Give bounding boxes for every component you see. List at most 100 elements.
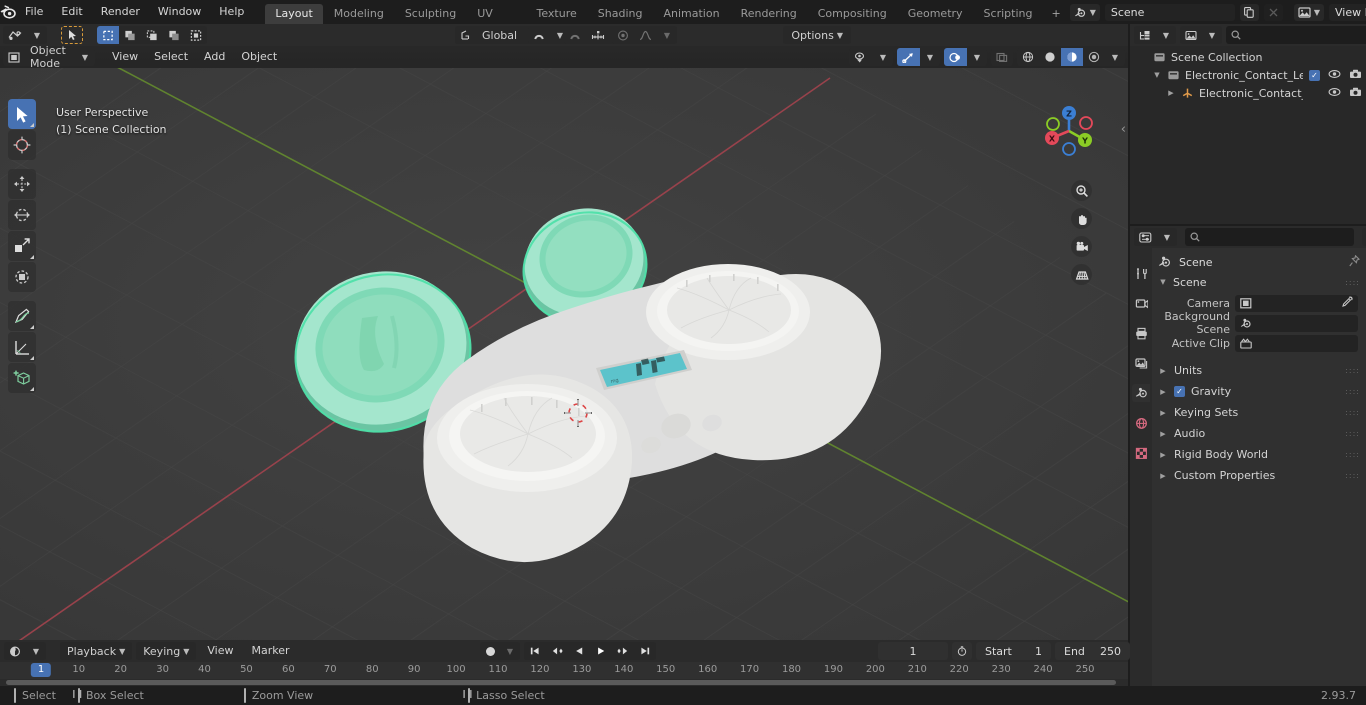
solid-icon[interactable] <box>1039 48 1061 66</box>
measure-tool[interactable] <box>8 332 36 362</box>
top-menu-edit[interactable]: Edit <box>52 0 91 24</box>
property-value-field[interactable] <box>1235 334 1358 352</box>
scale-tool[interactable] <box>8 231 36 261</box>
properties-type-chevron-down-icon[interactable]: ▼ <box>1157 228 1177 246</box>
workspace-tab-animation[interactable]: Animation <box>653 4 729 24</box>
object-mode-selector[interactable]: Object Mode ▼ <box>3 44 95 70</box>
section-drag-dots[interactable]: :::: <box>1345 472 1360 480</box>
property-value-field[interactable] <box>1235 314 1358 332</box>
keying-popover[interactable]: Keying ▼ <box>136 642 197 660</box>
add-cube-tool[interactable] <box>8 363 36 393</box>
display-mode-chevron-down-icon[interactable]: ▼ <box>1202 26 1222 44</box>
property-section-gravity[interactable]: ▶ ✓ Gravity:::: <box>1152 381 1366 402</box>
section-drag-dots[interactable]: :::: <box>1345 409 1360 417</box>
material-preview-icon[interactable] <box>1061 48 1083 66</box>
properties-search-field[interactable] <box>1204 230 1349 244</box>
jump-start-icon[interactable] <box>524 642 546 660</box>
rendered-icon[interactable] <box>1083 48 1105 66</box>
xray-toggle-icon[interactable] <box>991 48 1013 66</box>
sidebar-expand-arrow-icon[interactable]: ‹ <box>1121 122 1126 137</box>
viewport-menu-select[interactable]: Select <box>147 48 195 66</box>
select-subtract-icon[interactable] <box>141 26 163 44</box>
view-layer-browse-button[interactable]: ▼ <box>1293 3 1324 21</box>
section-checkbox[interactable]: ✓ <box>1174 386 1185 397</box>
world-tab[interactable] <box>1132 414 1150 432</box>
transform-orientation-value[interactable]: Global <box>477 26 535 44</box>
properties-editor-type-selector[interactable]: ▼ <box>1134 228 1177 246</box>
timeline-marker-menu[interactable]: Marker <box>244 642 296 660</box>
timeline-editor-chevron-down-icon[interactable]: ▼ <box>26 642 46 660</box>
tweak-select-tool[interactable] <box>8 99 36 129</box>
proportional-editing-group[interactable]: ▼ <box>612 26 677 44</box>
visibility-chevron-down-icon[interactable]: ▼ <box>873 48 893 66</box>
navigation-gizmo[interactable]: Z Y X <box>1038 100 1100 162</box>
workspace-tab-scripting[interactable]: Scripting <box>974 4 1043 24</box>
cursor-tool[interactable] <box>8 130 36 160</box>
select-invert-icon[interactable] <box>163 26 185 44</box>
blender-logo-icon[interactable] <box>0 0 16 24</box>
panel-drag-dots[interactable]: :::: <box>1345 278 1360 286</box>
mode-chevron-down-icon[interactable]: ▼ <box>75 48 95 66</box>
overlays-chevron-down-icon[interactable]: ▼ <box>967 48 987 66</box>
add-workspace-button[interactable]: + <box>1043 4 1068 24</box>
outliner-type-chevron-down-icon[interactable]: ▼ <box>1156 26 1176 44</box>
play-icon[interactable] <box>590 642 612 660</box>
eye-icon[interactable] <box>1328 69 1341 82</box>
annotate-tool[interactable] <box>8 301 36 331</box>
prev-keyframe-icon[interactable] <box>546 642 568 660</box>
shading-chevron-down-icon[interactable]: ▼ <box>1105 48 1125 66</box>
section-expand-triangle-icon[interactable]: ▶ <box>1158 451 1168 459</box>
section-expand-triangle-icon[interactable]: ▶ <box>1158 388 1168 396</box>
select-intersect-icon[interactable] <box>185 26 207 44</box>
tool-tab[interactable] <box>1132 264 1150 282</box>
scene-name-field[interactable]: Scene <box>1104 3 1235 21</box>
outliner-search-field[interactable] <box>1245 28 1366 42</box>
snap-magnet-disabled-icon[interactable] <box>564 26 586 44</box>
options-popover-button[interactable]: Options ▼ <box>783 26 851 44</box>
section-expand-triangle-icon[interactable]: ▶ <box>1158 472 1168 480</box>
visibility-selectability-icon[interactable] <box>849 48 873 66</box>
workspace-tab-sculpting[interactable]: Sculpting <box>395 4 466 24</box>
texture-tab[interactable] <box>1132 444 1150 462</box>
section-drag-dots[interactable]: :::: <box>1345 367 1360 375</box>
view-layer-icon[interactable] <box>1180 26 1202 44</box>
view-layer-tab[interactable] <box>1132 354 1150 372</box>
stopwatch-icon[interactable] <box>952 642 972 660</box>
outliner-row-2[interactable]: ▶ Electronic_Contact_Lens_ <box>1130 84 1366 102</box>
workspace-tab-layout[interactable]: Layout <box>265 4 323 24</box>
scene-tab[interactable] <box>1132 384 1150 402</box>
outliner-expand-triangle-icon[interactable]: ▼ <box>1152 71 1162 79</box>
tweak-cursor-icon[interactable] <box>61 26 83 44</box>
property-value-field[interactable] <box>1235 294 1358 312</box>
eyedropper-icon[interactable] <box>1342 296 1353 310</box>
select-box-icon[interactable] <box>97 26 119 44</box>
jump-end-icon[interactable] <box>634 642 656 660</box>
property-section-rigid-body-world[interactable]: ▶ Rigid Body World:::: <box>1152 444 1366 465</box>
workspace-tab-uv-editing[interactable]: UV Editing <box>467 4 525 40</box>
property-section-keying-sets[interactable]: ▶ Keying Sets:::: <box>1152 402 1366 423</box>
editor-type-dropdown-arrow[interactable]: ▼ <box>27 26 47 44</box>
pan-hand-icon[interactable] <box>1071 208 1092 229</box>
outliner-editor-type-selector[interactable]: ▼ <box>1134 26 1176 44</box>
transform-tool[interactable] <box>8 262 36 292</box>
workspace-tab-texture-paint[interactable]: Texture Paint <box>527 4 587 40</box>
visibility-selectability-group[interactable]: ▼ <box>849 48 893 66</box>
outliner-row-1[interactable]: ▼ Electronic_Contact_Lens_Case ✓ <box>1130 66 1366 84</box>
next-keyframe-icon[interactable] <box>612 642 634 660</box>
section-expand-triangle-icon[interactable]: ▶ <box>1158 430 1168 438</box>
timeline-view-menu[interactable]: View <box>200 642 240 660</box>
gizmo-chevron-down-icon[interactable]: ▼ <box>920 48 940 66</box>
viewport-canvas[interactable]: mg User Perspective (1) Scene Collection… <box>0 68 1128 640</box>
view-layer-name-field[interactable]: View Layer <box>1329 3 1366 21</box>
auto-keying-chevron-down-icon[interactable]: ▼ <box>500 642 520 660</box>
editor-type-selector[interactable]: ▼ <box>3 26 47 44</box>
workspace-tab-compositing[interactable]: Compositing <box>808 4 897 24</box>
top-menu-window[interactable]: Window <box>149 0 210 24</box>
xray-toggle-group[interactable] <box>991 48 1013 66</box>
gizmo-group[interactable]: ▼ <box>897 48 940 66</box>
frame-start-field[interactable]: Start 1 <box>976 642 1051 660</box>
rotate-tool[interactable] <box>8 200 36 230</box>
camera-view-icon[interactable] <box>1071 236 1092 257</box>
auto-keying-group[interactable]: ▼ <box>480 642 520 660</box>
scene-unlink-button[interactable] <box>1263 3 1283 21</box>
